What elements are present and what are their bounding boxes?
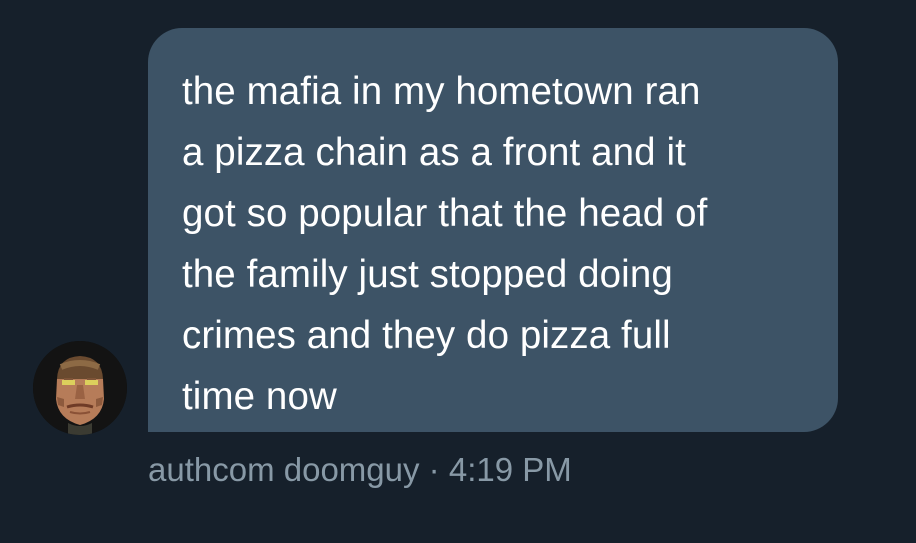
message-text: the mafia in my hometown ran a pizza cha…: [182, 70, 708, 418]
dm-conversation: the mafia in my hometown ran a pizza cha…: [0, 0, 916, 543]
doomguy-face-icon: [33, 341, 127, 435]
avatar[interactable]: [33, 341, 127, 435]
message-bubble[interactable]: the mafia in my hometown ran a pizza cha…: [148, 28, 838, 432]
meta-separator: ·: [428, 451, 440, 488]
sender-name[interactable]: authcom doomguy: [148, 451, 420, 488]
message-timestamp: 4:19 PM: [448, 451, 572, 488]
message-meta: authcom doomguy · 4:19 PM: [148, 450, 572, 490]
